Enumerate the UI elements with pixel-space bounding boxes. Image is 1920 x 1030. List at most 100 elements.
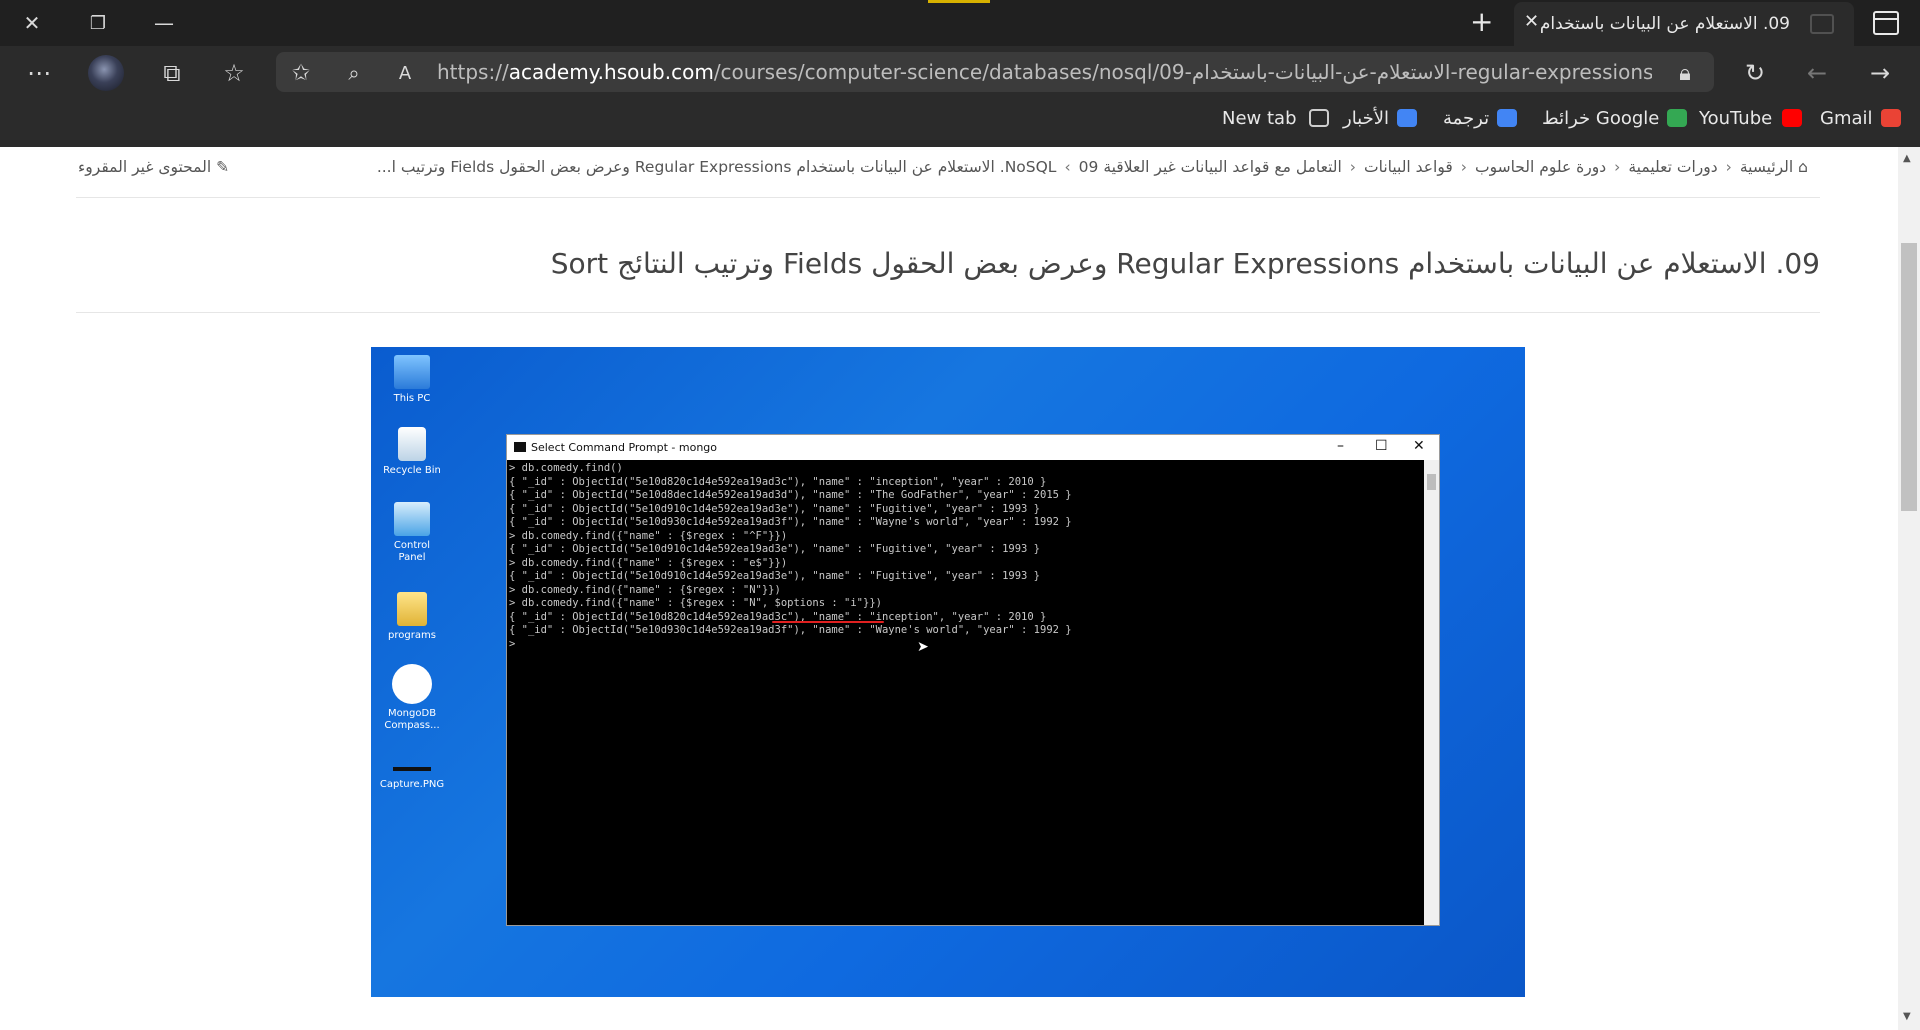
chevron-icon: ‹	[1064, 158, 1071, 176]
chevron-icon: ‹	[1349, 158, 1356, 176]
read-aloud-icon[interactable]: A	[388, 56, 422, 90]
desktop-icon-mongodb-compass: MongoDB Compass...	[379, 664, 445, 732]
page-title: 09. الاستعلام عن البيانات باستخدام Regul…	[550, 247, 1820, 280]
forward-icon[interactable]: →	[1863, 56, 1897, 90]
url-domain: academy.hsoub.com	[508, 60, 714, 84]
tab-title: 09. الاستعلام عن البيانات باستخدام	[1539, 14, 1790, 34]
bookmark-news[interactable]: الأخبار	[1343, 108, 1418, 129]
desktop-icon-label: MongoDB Compass...	[384, 708, 440, 731]
minimize-icon: –	[1337, 438, 1344, 454]
bookmark-label: New tab	[1222, 108, 1297, 129]
breadcrumb-item[interactable]: الرئيسية	[1740, 158, 1793, 176]
mongodb-icon	[392, 664, 432, 704]
breadcrumb-item[interactable]: دورات تعليمية	[1628, 158, 1717, 176]
desktop-icon-control-panel: Control Panel	[379, 502, 445, 564]
bookmark-youtube[interactable]: YouTube	[1699, 108, 1803, 129]
bookmark-label: خرائط Google	[1542, 108, 1660, 129]
page-scrollbar[interactable]: ▲ ▼	[1898, 147, 1920, 1030]
bookmark-newtab[interactable]: New tab	[1222, 108, 1329, 129]
scroll-down-icon[interactable]: ▼	[1903, 1011, 1911, 1022]
desktop-icon-this-pc: This PC	[379, 355, 445, 405]
tab-close-icon[interactable]: ✕	[1524, 11, 1539, 32]
chevron-icon: ‹	[1725, 158, 1732, 176]
window-restore-button[interactable]: ❐	[66, 0, 130, 46]
pencil-icon: ✎	[216, 158, 230, 176]
translate-icon	[1497, 109, 1518, 127]
browser-chrome: ✕ ❐ — + ✕ 09. الاستعلام عن البيانات باست…	[0, 0, 1920, 147]
desktop-icon-programs: programs	[379, 592, 445, 642]
more-menu-icon[interactable]: ⋯	[22, 56, 56, 90]
tab-active[interactable]: ✕ 09. الاستعلام عن البيانات باستخدام	[1514, 2, 1854, 46]
bookmark-translate[interactable]: ترجمة	[1443, 108, 1518, 129]
zoom-icon[interactable]: ⌕	[337, 56, 371, 90]
profile-avatar[interactable]	[88, 55, 124, 91]
url-text[interactable]: https://academy.hsoub.com/courses/comput…	[437, 60, 1652, 84]
breadcrumb-item[interactable]: دورة علوم الحاسوب	[1475, 158, 1606, 176]
desktop-icon-label: Capture.PNG	[379, 779, 445, 790]
plus-icon: +	[1470, 5, 1494, 38]
desktop-icon-capture: Capture.PNG	[379, 759, 445, 791]
chevron-icon: ‹	[1614, 158, 1621, 176]
collections-icon[interactable]: ⧉	[155, 56, 189, 90]
news-icon	[1397, 109, 1418, 127]
bookmark-label: Gmail	[1820, 108, 1873, 129]
chevron-icon: ‹	[1460, 158, 1467, 176]
restore-icon: ❐	[89, 12, 107, 34]
control-panel-icon	[394, 502, 430, 536]
bookmark-gmail[interactable]: Gmail	[1820, 108, 1901, 129]
divider	[76, 312, 1820, 313]
page-content: ⌂ الرئيسية ‹ دورات تعليمية ‹ دورة علوم الحاس…	[0, 147, 1898, 1030]
window-minimize-button[interactable]: —	[132, 0, 196, 46]
home-icon: ⌂	[1793, 158, 1808, 176]
breadcrumb-item[interactable]: قواعد البيانات	[1364, 158, 1453, 176]
close-icon: ✕	[1413, 438, 1425, 454]
scroll-up-icon[interactable]: ▲	[1903, 153, 1911, 164]
bookmark-label: ترجمة	[1443, 108, 1490, 129]
image-file-icon	[393, 767, 431, 771]
favorites-icon[interactable]: ☆	[217, 56, 251, 90]
unread-content-link[interactable]: المحتوى غير المقروء ✎	[78, 158, 229, 176]
refresh-icon[interactable]: ↻	[1738, 56, 1772, 90]
window-close-button[interactable]: ✕	[0, 0, 64, 46]
maps-icon	[1667, 109, 1688, 127]
divider	[76, 197, 1820, 198]
gmail-icon	[1880, 109, 1901, 127]
desktop-icon-recycle-bin: Recycle Bin	[379, 427, 445, 477]
minimize-icon: —	[154, 11, 174, 35]
url-scheme: https://	[437, 60, 509, 84]
lock-icon[interactable]: 🔒︎	[1668, 56, 1702, 90]
bookmark-maps[interactable]: خرائط Google	[1542, 108, 1688, 129]
command-prompt-window: Select Command Prompt - mongo – ☐ ✕ > db…	[506, 434, 1440, 926]
back-icon[interactable]: ←	[1800, 56, 1834, 90]
breadcrumb-current: 09. الاستعلام عن البيانات باستخدام Regul…	[376, 158, 1099, 176]
terminal-icon	[514, 442, 526, 452]
close-icon: ✕	[23, 11, 41, 35]
window-title: Select Command Prompt - mongo	[531, 441, 718, 454]
desktop-icon-label: Control Panel	[393, 540, 431, 563]
add-favorite-icon[interactable]: ✩	[284, 56, 318, 90]
console-scrollbar-thumb	[1427, 474, 1436, 490]
computer-icon	[394, 355, 430, 389]
maximize-icon: ☐	[1375, 438, 1388, 454]
folder-icon	[397, 592, 427, 626]
desktop-icon-label: This PC	[393, 393, 431, 404]
breadcrumb: ⌂ الرئيسية ‹ دورات تعليمية ‹ دورة علوم الحاس…	[377, 158, 1808, 176]
annotation-underline	[772, 621, 884, 623]
video-player[interactable]: This PC Recycle Bin Control Panel progra…	[371, 347, 1525, 997]
new-tab-button[interactable]: +	[1470, 8, 1493, 36]
unread-label: المحتوى غير المقروء	[78, 158, 212, 176]
tab-accent-indicator	[928, 0, 990, 3]
bookmark-label: YouTube	[1699, 108, 1773, 129]
recycle-bin-icon	[398, 427, 426, 461]
command-prompt-titlebar: Select Command Prompt - mongo – ☐ ✕	[507, 435, 1439, 460]
tab-actions-icon[interactable]	[1873, 11, 1899, 35]
desktop-icon-label: programs	[388, 630, 436, 641]
bookmark-label: الأخبار	[1343, 108, 1390, 129]
youtube-icon	[1782, 109, 1803, 127]
breadcrumb-item[interactable]: التعامل مع قواعد البيانات غير العلاقية N…	[1005, 158, 1342, 176]
newtab-icon	[1308, 109, 1329, 127]
console-output: > db.comedy.find() { "_id" : ObjectId("5…	[509, 462, 1072, 650]
mouse-cursor-icon: ➤	[917, 639, 929, 655]
desktop-icon-label: Recycle Bin	[383, 465, 441, 476]
page-scrollbar-thumb[interactable]	[1901, 243, 1917, 511]
